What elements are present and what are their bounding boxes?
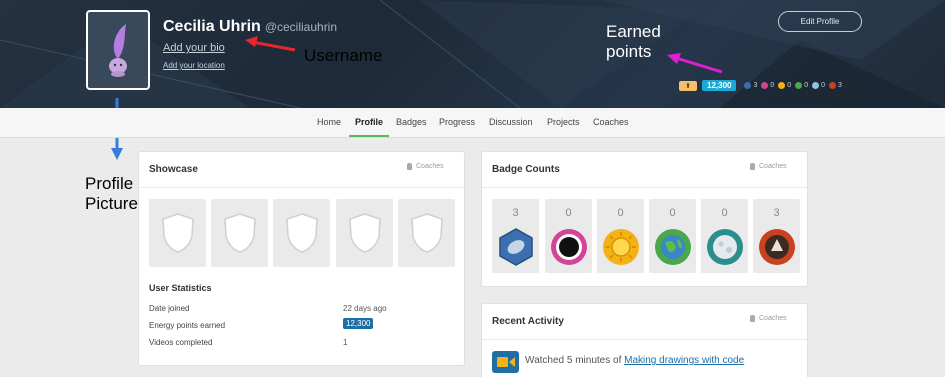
badge-count-earth[interactable]: 0 <box>597 199 644 273</box>
badge-count-sun[interactable]: 0 <box>649 199 696 273</box>
energy-points-value: 12,300 <box>343 318 374 329</box>
username-handle: @ceciliauhrin <box>264 20 338 34</box>
blackhole-badge-icon <box>812 82 820 89</box>
coaches-visibility[interactable]: Coaches <box>750 163 787 170</box>
profile-picture-annotation: Profile Picture <box>85 174 138 214</box>
add-location-link[interactable]: Add your location <box>163 61 225 70</box>
sun-badge-icon <box>603 229 639 265</box>
recent-activity-title: Recent Activity <box>492 316 564 327</box>
display-name: Cecilia Uhrin <box>163 18 261 35</box>
coaches-visibility[interactable]: Coaches <box>407 163 444 170</box>
badge-count: 3 <box>773 207 780 219</box>
badge-count-meteorite[interactable]: 3 <box>492 199 539 273</box>
moon-badge-icon <box>761 82 769 89</box>
active-tab-indicator <box>349 135 389 137</box>
badge-count: 0 <box>721 207 728 219</box>
moon-surface-badge-icon <box>707 229 743 265</box>
mini-badge-count: 0 <box>804 82 809 89</box>
stat-label: Energy points earned <box>149 321 226 330</box>
profile-nav: Home Profile Badges Progress Discussion … <box>0 108 945 138</box>
tab-coaches[interactable]: Coaches <box>593 117 629 127</box>
earth-badge-icon <box>655 229 691 265</box>
showcase-title: Showcase <box>149 164 198 175</box>
mini-badge-count: 0 <box>821 82 825 89</box>
coaches-label: Coaches <box>759 315 787 322</box>
person-icon <box>407 163 412 170</box>
showcase-slot[interactable] <box>336 199 393 267</box>
badge-count: 0 <box>617 207 624 219</box>
meteorite-badge-icon <box>499 228 533 266</box>
stat-label: Videos completed <box>149 338 213 347</box>
avatar-creature-icon <box>109 24 127 77</box>
profile-name: Cecilia Uhrin @ceciliauhrin <box>163 18 337 36</box>
divider <box>139 187 464 188</box>
username-annotation: Username <box>304 46 383 65</box>
activity-prefix: Watched 5 minutes of <box>525 355 622 366</box>
coaches-label: Coaches <box>416 163 444 170</box>
add-bio-link[interactable]: Add your bio <box>163 42 225 54</box>
person-icon <box>750 163 755 170</box>
empty-shield-icon <box>348 213 381 253</box>
showcase-slot[interactable] <box>273 199 330 267</box>
tab-badges[interactable]: Badges <box>396 117 427 127</box>
points-bar: ▮ 12,300 3 0 0 0 0 3 <box>679 80 844 91</box>
activity-item: Watched 5 minutes of Making drawings wit… <box>525 355 744 366</box>
tab-discussion[interactable]: Discussion <box>489 117 533 127</box>
earned-points-annotation-line: Earned <box>606 22 661 41</box>
stat-value-energy: 12,300 <box>343 318 374 329</box>
mini-badge-count: 0 <box>770 82 775 89</box>
tab-home[interactable]: Home <box>317 117 341 127</box>
user-statistics-title: User Statistics <box>149 283 212 293</box>
empty-shield-icon <box>223 213 256 253</box>
meteorite-badge-icon <box>744 82 752 89</box>
avatar[interactable] <box>86 10 150 90</box>
energy-points-badge[interactable]: 12,300 <box>702 80 737 91</box>
earth-badge-icon <box>778 82 786 89</box>
badge-count-blackhole[interactable]: 0 <box>701 199 748 273</box>
badge-count-moon[interactable]: 0 <box>545 199 592 273</box>
badge-count: 0 <box>565 207 572 219</box>
badge-count: 0 <box>669 207 676 219</box>
badge-counts-title: Badge Counts <box>492 164 560 175</box>
badge-count: 3 <box>512 207 519 219</box>
challenge-badge-icon <box>829 82 836 89</box>
badge-count-challenge[interactable]: 3 <box>753 199 800 273</box>
badge-counts-card: Badge Counts Coaches 3 0 0 0 0 3 <box>481 151 808 287</box>
coaches-visibility[interactable]: Coaches <box>750 315 787 322</box>
showcase-card: Showcase Coaches User Statistics Date jo… <box>138 151 465 366</box>
recent-activity-card: Recent Activity Coaches Watched 5 minute… <box>481 303 808 377</box>
showcase-slot[interactable] <box>149 199 206 267</box>
sun-badge-icon <box>795 82 803 89</box>
mini-badge-counts[interactable]: 3 0 0 0 0 3 <box>744 82 843 89</box>
tab-progress[interactable]: Progress <box>439 117 475 127</box>
mini-badge-count: 0 <box>787 82 792 89</box>
tab-profile[interactable]: Profile <box>355 117 383 127</box>
mini-badge-count: 3 <box>753 82 758 89</box>
activity-video-link[interactable]: Making drawings with code <box>624 355 744 366</box>
stat-value: 1 <box>343 338 348 347</box>
streak-icon: ▮ <box>679 80 697 91</box>
tab-projects[interactable]: Projects <box>547 117 580 127</box>
empty-shield-icon <box>161 213 194 253</box>
mini-badge-count: 3 <box>838 82 842 89</box>
empty-shield-icon <box>410 213 443 253</box>
profile-header: Cecilia Uhrin @ceciliauhrin Add your bio … <box>0 0 945 108</box>
person-icon <box>750 315 755 322</box>
video-icon <box>492 351 519 373</box>
divider <box>482 187 807 188</box>
challenge-badge-icon <box>759 229 795 265</box>
showcase-slot[interactable] <box>398 199 455 267</box>
stat-value: 22 days ago <box>343 304 387 313</box>
coaches-label: Coaches <box>759 163 787 170</box>
profile-picture-annotation-line: Picture <box>85 194 138 213</box>
stat-label: Date joined <box>149 304 190 313</box>
earned-points-annotation: Earned points <box>606 22 661 62</box>
profile-picture-annotation-line: Profile <box>85 174 134 193</box>
empty-shield-icon <box>285 213 318 253</box>
divider <box>482 339 807 340</box>
edit-profile-button[interactable]: Edit Profile <box>778 11 862 32</box>
earned-points-annotation-line: points <box>606 42 652 61</box>
moon-badge-icon <box>551 229 587 265</box>
showcase-slot[interactable] <box>211 199 268 267</box>
